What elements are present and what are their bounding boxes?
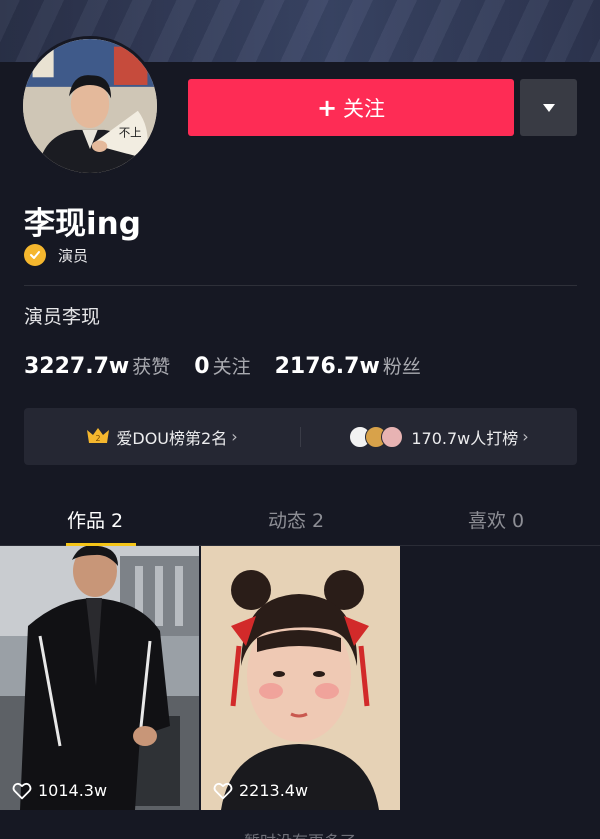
- verification-badge: 演员: [24, 244, 88, 266]
- chevron-right-icon: ›: [522, 427, 529, 446]
- video-likes-count: 2213.4w: [239, 781, 309, 800]
- stat-likes[interactable]: 3227.7w 获赞: [24, 352, 170, 379]
- stat-fans-label: 粉丝: [382, 356, 421, 378]
- stat-likes-label: 获赞: [132, 356, 171, 378]
- more-options-button[interactable]: [520, 79, 577, 136]
- stat-following-label: 关注: [212, 356, 251, 378]
- avatar-image: 不上: [23, 39, 157, 173]
- video-thumbnail-image: [201, 546, 400, 810]
- verified-icon: [24, 244, 46, 266]
- caret-down-icon: [542, 103, 555, 112]
- stat-likes-count: 3227.7w: [24, 354, 130, 379]
- stat-following-count: 0: [194, 354, 210, 379]
- idol-rank-link[interactable]: 2 爱DOU榜第2名 ›: [24, 408, 300, 465]
- video-likes: 2213.4w: [213, 781, 308, 800]
- video-likes: 1014.3w: [12, 781, 107, 800]
- heart-icon: [213, 782, 233, 799]
- stat-fans[interactable]: 2176.7w 粉丝: [275, 352, 421, 379]
- plus-label: +: [316, 93, 338, 122]
- tab-moments[interactable]: 动态 2: [268, 506, 324, 533]
- heart-icon: [12, 782, 32, 799]
- profile-page: 不上 + 关注 李现ing 演员 演员李现 3227.7w 获赞 0 关注 21…: [0, 0, 600, 839]
- rank-card: 2 爱DOU榜第2名 › 170.7w人打榜 ›: [24, 408, 577, 465]
- crown-number: 2: [96, 434, 101, 443]
- badge-label: 演员: [58, 246, 89, 265]
- support-rank-text: 170.7w人打榜: [411, 428, 519, 448]
- video-likes-count: 1014.3w: [38, 781, 108, 800]
- fan-avatar: [381, 425, 404, 448]
- profile-name: 李现ing: [24, 206, 141, 242]
- video-thumbnail[interactable]: 1014.3w: [0, 546, 199, 810]
- follow-label: 关注: [343, 96, 386, 121]
- fan-avatars: [349, 425, 404, 448]
- crown-icon: 2: [86, 426, 110, 448]
- no-more-content-text: 暂时没有更多了: [0, 828, 600, 839]
- chevron-right-icon: ›: [231, 427, 238, 446]
- avatar[interactable]: 不上: [20, 36, 160, 176]
- video-thumbnail[interactable]: 2213.4w: [201, 546, 400, 810]
- content-tabs: 作品 2 动态 2 喜欢 0: [0, 490, 600, 546]
- divider: [24, 285, 577, 286]
- svg-text:不上: 不上: [119, 126, 142, 140]
- follow-button[interactable]: + 关注: [188, 79, 514, 136]
- bio: 演员李现: [24, 306, 101, 328]
- tab-works[interactable]: 作品 2: [67, 506, 123, 533]
- tab-likes[interactable]: 喜欢 0: [468, 506, 524, 533]
- support-rank-link[interactable]: 170.7w人打榜 ›: [301, 408, 577, 465]
- video-thumbnail-image: [0, 546, 199, 810]
- stat-fans-count: 2176.7w: [274, 354, 380, 379]
- stats-row: 3227.7w 获赞 0 关注 2176.7w 粉丝: [24, 352, 445, 379]
- stat-following[interactable]: 0 关注: [194, 352, 250, 379]
- idol-rank-text: 爱DOU榜第2名: [116, 428, 228, 448]
